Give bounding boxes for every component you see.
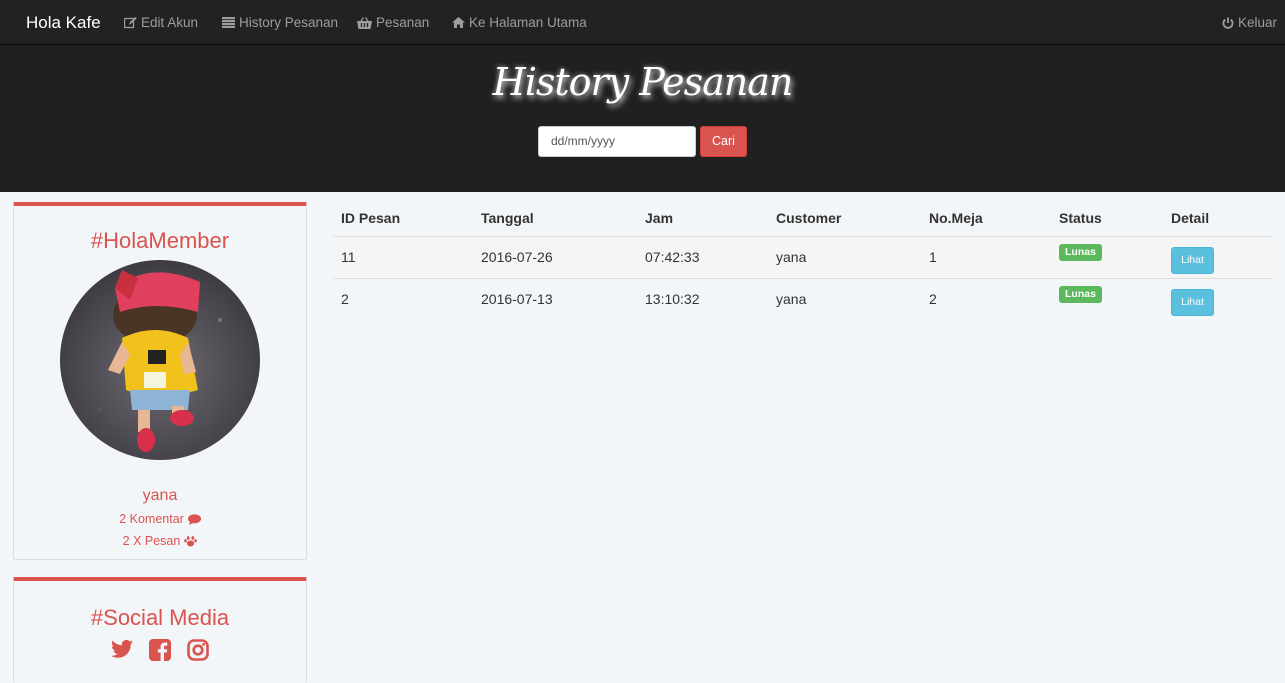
- detail-button[interactable]: Lihat: [1171, 246, 1214, 274]
- edit-icon: [124, 16, 137, 28]
- top-navbar: Hola Kafe Edit Akun History Pesanan Pesa…: [0, 0, 1285, 45]
- nav-pesanan[interactable]: Pesanan: [357, 15, 429, 30]
- cell-id: 11: [333, 236, 473, 279]
- list-icon: [222, 17, 235, 28]
- date-input[interactable]: dd/mm/yyyy: [538, 126, 696, 157]
- col-detail: Detail: [1163, 200, 1273, 237]
- basket-icon: [357, 16, 372, 29]
- search-button[interactable]: Cari: [700, 126, 747, 157]
- instagram-icon[interactable]: [187, 639, 209, 661]
- nav-edit-akun[interactable]: Edit Akun: [124, 15, 198, 30]
- page-title: History Pesanan: [492, 60, 794, 104]
- cell-jam: 13:10:32: [645, 291, 700, 308]
- cell-customer: yana: [776, 291, 807, 308]
- nav-pesanan-label: Pesanan: [376, 15, 430, 30]
- table-row: 2 2016-07-13 13:10:32 yana 2 Lunas Lihat: [333, 278, 1273, 320]
- order-count[interactable]: 2 X Pesan: [14, 534, 306, 548]
- cell-customer: yana: [768, 236, 921, 279]
- nav-halaman-utama[interactable]: Ke Halaman Utama: [452, 15, 587, 30]
- cell-tanggal: 2016-07-26: [473, 236, 637, 279]
- cell-detail: Lihat: [1163, 278, 1273, 320]
- col-status: Status: [1051, 200, 1163, 237]
- social-panel: #Social Media: [13, 577, 307, 683]
- nav-halaman-utama-label: Ke Halaman Utama: [469, 15, 587, 30]
- nav-history-pesanan[interactable]: History Pesanan: [222, 15, 338, 30]
- twitter-icon[interactable]: [111, 639, 133, 659]
- comment-count-label: 2 Komentar: [119, 512, 184, 526]
- cell-id: 2: [341, 291, 349, 308]
- cell-tanggal: 2016-07-13: [481, 291, 553, 308]
- cell-meja: 1: [921, 236, 1051, 279]
- status-badge: Lunas: [1059, 285, 1102, 303]
- facebook-icon[interactable]: [149, 639, 171, 661]
- member-username: yana: [142, 487, 178, 504]
- nav-edit-akun-label: Edit Akun: [141, 15, 199, 30]
- col-tanggal: Tanggal: [473, 200, 637, 237]
- cell-meja: 2: [929, 291, 937, 308]
- cell-detail: Lihat: [1163, 236, 1273, 279]
- table-row: 11 2016-07-26 07:42:33 yana 1 Lunas Liha…: [333, 236, 1273, 279]
- status-badge: Lunas: [1059, 243, 1102, 261]
- cell-status: Lunas: [1051, 236, 1163, 279]
- avatar-photo: [60, 260, 260, 460]
- home-icon: [452, 17, 465, 28]
- avatar: [60, 260, 260, 460]
- cell-jam: 07:42:33: [637, 236, 768, 279]
- nav-history-pesanan-label: History Pesanan: [239, 15, 339, 30]
- table-header-row: ID Pesan Tanggal Jam Customer No.Meja St…: [333, 200, 1273, 237]
- detail-button[interactable]: Lihat: [1171, 288, 1214, 316]
- order-history-table: ID Pesan Tanggal Jam Customer No.Meja St…: [333, 200, 1273, 320]
- member-heading: #HolaMember: [90, 228, 230, 253]
- col-id-pesan: ID Pesan: [333, 200, 473, 237]
- order-count-label: 2 X Pesan: [122, 534, 181, 548]
- social-icons: [14, 639, 306, 661]
- nav-keluar[interactable]: Keluar: [1222, 15, 1277, 30]
- comment-icon: [187, 513, 201, 525]
- social-heading: #Social Media: [90, 605, 230, 630]
- col-jam: Jam: [637, 200, 768, 237]
- nav-keluar-label: Keluar: [1238, 15, 1278, 30]
- cell-status: Lunas: [1051, 278, 1163, 320]
- brand-link[interactable]: Hola Kafe: [26, 13, 101, 33]
- col-customer: Customer: [768, 200, 921, 237]
- page-header: History Pesanan dd/mm/yyyy Cari: [0, 45, 1285, 192]
- paw-icon: [184, 536, 198, 547]
- comment-count[interactable]: 2 Komentar: [14, 512, 306, 526]
- power-icon: [1222, 17, 1234, 29]
- member-panel: #HolaMember yana 2 Komentar 2 X Pesan: [13, 202, 307, 560]
- col-no-meja: No.Meja: [921, 200, 1051, 237]
